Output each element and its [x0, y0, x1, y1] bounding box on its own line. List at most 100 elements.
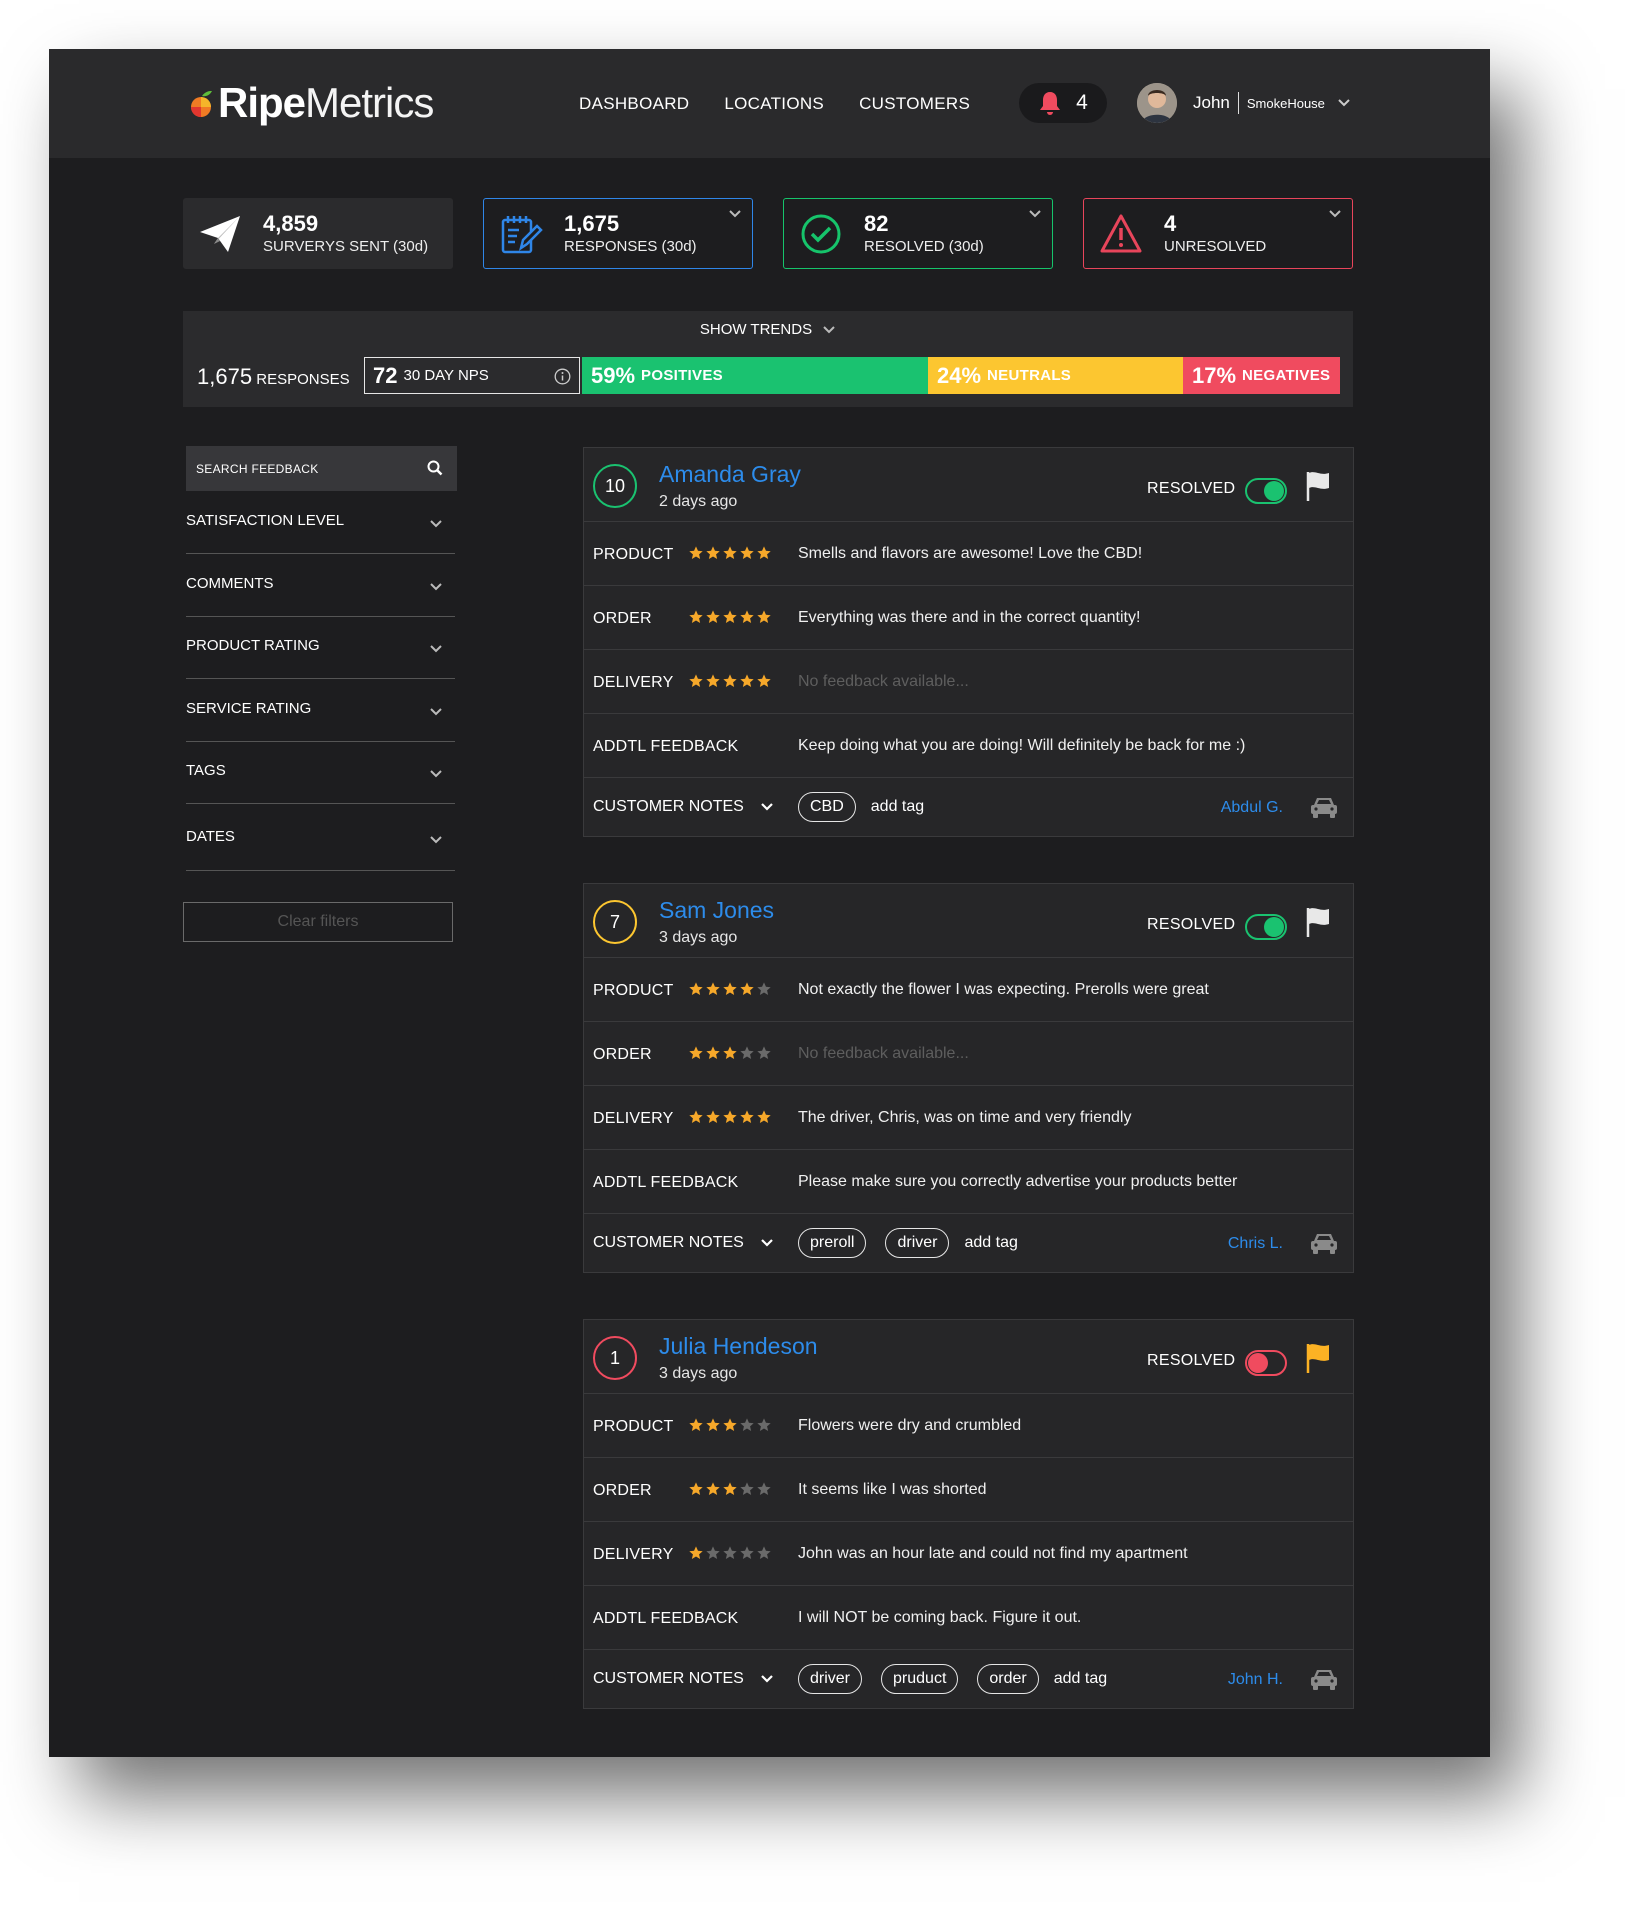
neutrals-segment[interactable]: 24% NEUTRALS [928, 357, 1183, 394]
negatives-segment[interactable]: 17% NEGATIVES [1183, 357, 1340, 394]
stat-value: 1,675 [564, 210, 620, 236]
resolved-toggle[interactable] [1245, 478, 1287, 504]
ripemetrics-logo[interactable]: RipeMetrics [188, 79, 434, 126]
negatives-label: NEGATIVES [1242, 367, 1331, 384]
rating-category: DELIVERY [593, 1546, 674, 1563]
notepad-icon [501, 215, 543, 253]
flag-icon[interactable] [1305, 1342, 1331, 1374]
stat-resolved[interactable]: 82 RESOLVED (30d) [783, 198, 1053, 269]
resolved-toggle[interactable] [1245, 914, 1287, 940]
filter-product-rating[interactable]: PRODUCT RATING [186, 617, 455, 679]
assigned-agent[interactable]: John H. [1228, 1671, 1283, 1689]
add-tag-button[interactable]: add tag [1054, 1670, 1107, 1688]
search-input[interactable] [196, 461, 416, 476]
chevron-down-icon [430, 583, 442, 591]
show-trends-label: SHOW TRENDS [699, 321, 813, 338]
customer-name[interactable]: Sam Jones [659, 897, 774, 924]
flag-icon[interactable] [1305, 470, 1331, 502]
card-header: 1 Julia Hendeson 3 days ago RESOLVED [584, 1320, 1353, 1394]
filter-satisfaction-level[interactable]: SATISFACTION LEVEL [186, 492, 455, 554]
tag-list: CBD add tag [798, 792, 924, 822]
star-icon [706, 1546, 720, 1559]
search-icon[interactable] [427, 460, 443, 476]
assigned-agent[interactable]: Abdul G. [1221, 799, 1283, 817]
avatar [1137, 83, 1177, 123]
star-icon [689, 1482, 703, 1495]
filter-dates[interactable]: DATES [186, 805, 455, 871]
filter-tags[interactable]: TAGS [186, 742, 455, 804]
customer-name[interactable]: Julia Hendeson [659, 1333, 818, 1360]
filter-comments[interactable]: COMMENTS [186, 555, 455, 617]
customer-notes-label[interactable]: CUSTOMER NOTES [593, 1670, 744, 1688]
star-icon [706, 1482, 720, 1495]
chevron-down-icon[interactable] [760, 1674, 774, 1684]
chevron-down-icon [1338, 99, 1350, 107]
stat-responses[interactable]: 1,675 RESPONSES (30d) [483, 198, 753, 269]
stat-unresolved[interactable]: 4 UNRESOLVED [1083, 198, 1353, 269]
star-rating [688, 1545, 772, 1561]
star-icon [757, 1418, 771, 1431]
nps-value: 72 [373, 362, 398, 388]
tag-chip[interactable]: CBD [798, 792, 856, 822]
rating-category: DELIVERY [593, 1110, 674, 1127]
warning-icon [1100, 214, 1142, 252]
top-header: RipeMetrics DASHBOARD LOCATIONS CUSTOMER… [49, 49, 1490, 158]
stat-value: 4 [1164, 210, 1177, 236]
main-nav: DASHBOARD LOCATIONS CUSTOMERS [579, 94, 970, 114]
positives-segment[interactable]: 59% POSITIVES [582, 357, 928, 394]
nav-dashboard[interactable]: DASHBOARD [579, 94, 689, 114]
star-icon [689, 1110, 703, 1123]
clear-filters-button[interactable]: Clear filters [183, 902, 453, 942]
rating-category: DELIVERY [593, 674, 674, 691]
chevron-down-icon[interactable] [1328, 209, 1342, 219]
nav-locations[interactable]: LOCATIONS [724, 94, 824, 114]
row-order: ORDER No feedback available... [584, 1022, 1353, 1086]
assigned-agent[interactable]: Chris L. [1228, 1235, 1283, 1253]
filter-label: SATISFACTION LEVEL [186, 512, 345, 529]
star-icon [689, 610, 703, 623]
star-icon [723, 1482, 737, 1495]
star-icon [740, 674, 754, 687]
row-delivery: DELIVERY No feedback available... [584, 650, 1353, 714]
row-product: PRODUCT Not exactly the flower I was expe… [584, 958, 1353, 1022]
notifications-button[interactable]: 4 [1019, 83, 1107, 123]
resolved-label: RESOLVED [1147, 1352, 1236, 1369]
star-icon [706, 674, 720, 687]
feedback-text: Everything was there and in the correct … [798, 609, 1141, 626]
customer-name[interactable]: Amanda Gray [659, 461, 801, 488]
app-window: RipeMetrics DASHBOARD LOCATIONS CUSTOMER… [49, 49, 1490, 1757]
nps-box: 72 30 DAY NPS [364, 357, 580, 394]
chevron-down-icon[interactable] [760, 1238, 774, 1248]
chevron-down-icon [430, 836, 442, 844]
user-menu[interactable]: John SmokeHouse [1137, 83, 1351, 123]
resolved-toggle[interactable] [1245, 1350, 1287, 1376]
tag-list: driver pruduct order add tag [798, 1664, 1107, 1694]
rating-category: ADDTL FEEDBACK [593, 1610, 739, 1627]
customer-notes-label[interactable]: CUSTOMER NOTES [593, 798, 744, 816]
tag-chip[interactable]: preroll [798, 1228, 867, 1258]
add-tag-button[interactable]: add tag [964, 1234, 1017, 1252]
star-rating [688, 1045, 772, 1061]
user-name: John [1193, 92, 1239, 114]
filter-service-rating[interactable]: SERVICE RATING [186, 680, 455, 742]
chevron-down-icon[interactable] [728, 209, 742, 219]
tag-chip[interactable]: driver [885, 1228, 950, 1258]
customer-notes-label[interactable]: CUSTOMER NOTES [593, 1234, 744, 1252]
star-icon [689, 1418, 703, 1431]
add-tag-button[interactable]: add tag [871, 798, 924, 816]
star-icon [740, 610, 754, 623]
star-icon [757, 1110, 771, 1123]
nav-customers[interactable]: CUSTOMERS [859, 94, 970, 114]
star-icon [740, 982, 754, 995]
info-icon[interactable] [554, 368, 571, 385]
star-rating [688, 609, 772, 625]
tag-chip[interactable]: order [977, 1664, 1039, 1694]
neutrals-label: NEUTRALS [987, 367, 1072, 384]
flag-icon[interactable] [1305, 906, 1331, 938]
chevron-down-icon[interactable] [1028, 209, 1042, 219]
chevron-down-icon[interactable] [760, 802, 774, 812]
star-icon [723, 674, 737, 687]
show-trends-toggle[interactable]: SHOW TRENDS [183, 321, 1353, 338]
tag-chip[interactable]: driver [798, 1664, 863, 1694]
tag-chip[interactable]: pruduct [881, 1664, 959, 1694]
